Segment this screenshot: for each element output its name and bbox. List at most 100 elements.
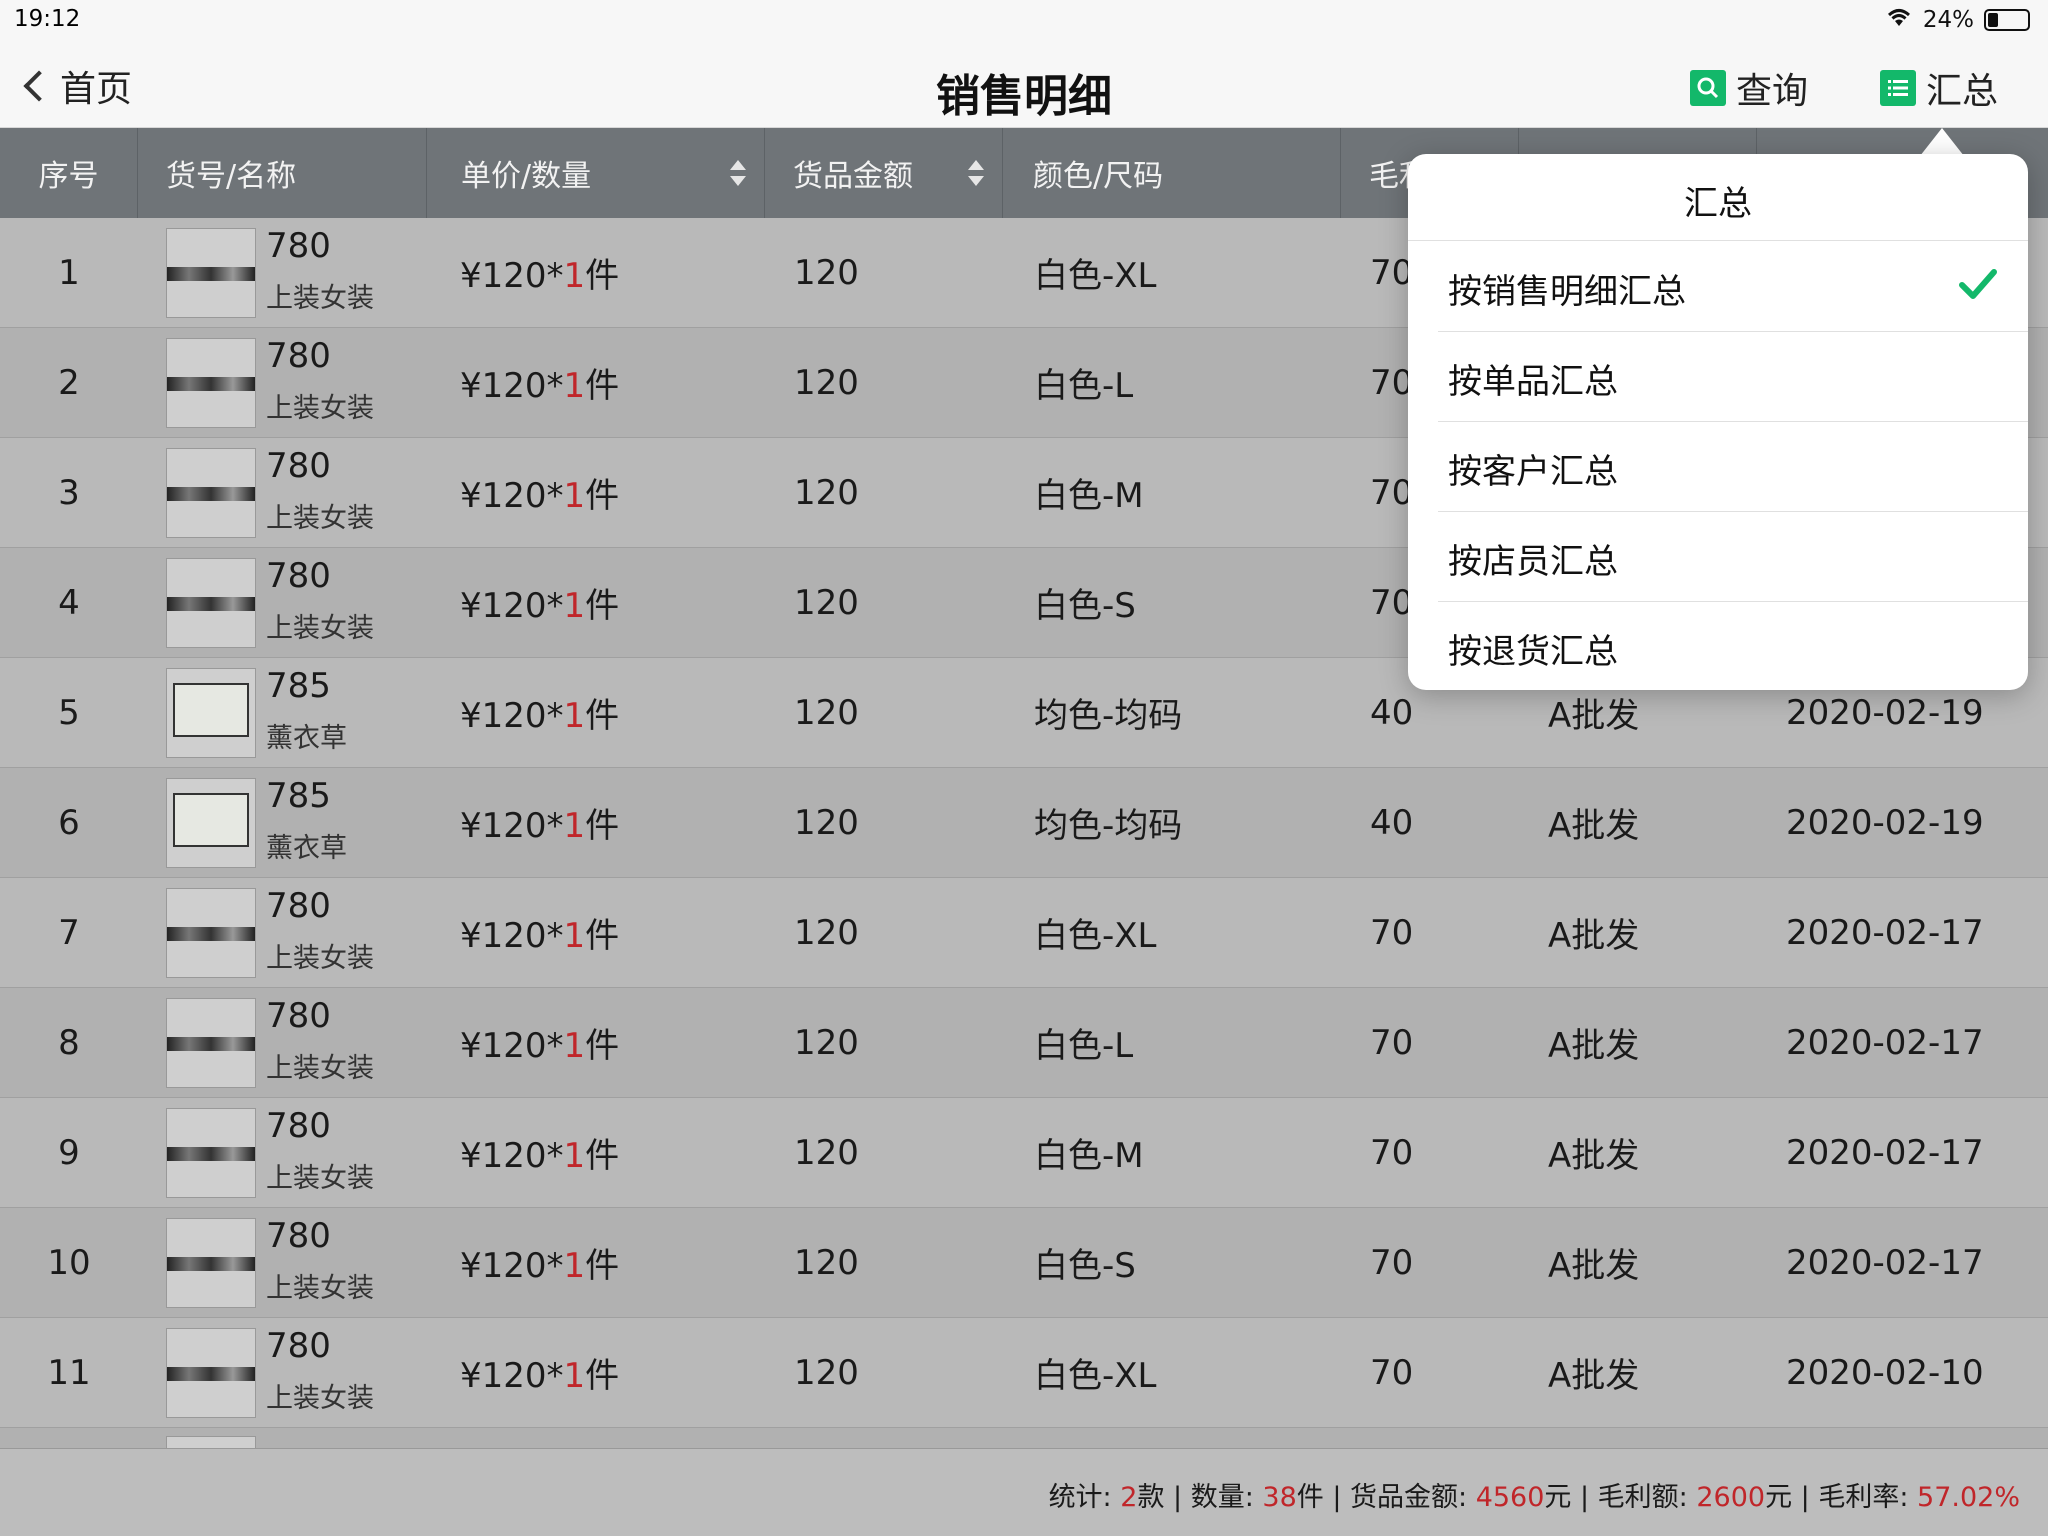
row-seq: 5 — [58, 692, 80, 733]
product-thumbnail — [166, 888, 256, 978]
color-size: 白色-L — [1034, 1026, 1134, 1066]
unit-price: ¥120* — [460, 256, 564, 296]
table-row[interactable]: 6 785 薰衣草 ¥120*1件 120 均色-均码 40 A批发 2020-02-19 — [0, 768, 2048, 878]
gross-profit: 70 — [1370, 472, 1414, 513]
sort-icon — [730, 160, 746, 186]
table-row[interactable]: 8 780 上装女装 ¥120*1件 120 白色-L 70 A批发 2020-02-17 — [0, 988, 2048, 1098]
quantity: 1 — [563, 476, 586, 516]
table-row-partial — [0, 1428, 2048, 1448]
search-label: 查询 — [1736, 71, 1809, 112]
customer: A批发 — [1548, 696, 1640, 736]
summary-button[interactable]: 汇总 — [1880, 62, 1998, 114]
column-header-seq[interactable]: 序号 — [0, 128, 138, 218]
sale-date: 2020-02-17 — [1786, 1022, 1984, 1063]
color-size: 白色-S — [1034, 1246, 1136, 1286]
product-thumbnail — [166, 1328, 256, 1418]
quantity-unit: 件 — [585, 1356, 620, 1396]
gross-profit: 70 — [1370, 1352, 1414, 1393]
goods-amount: 120 — [794, 1022, 859, 1063]
product-thumbnail — [166, 338, 256, 428]
column-header-color-size[interactable]: 颜色/尺码 — [1003, 128, 1341, 218]
table-row[interactable]: 7 780 上装女装 ¥120*1件 120 白色-XL 70 A批发 2020-02-17 — [0, 878, 2048, 988]
gross-profit: 70 — [1370, 912, 1414, 953]
product-name: 上装女装 — [266, 943, 374, 974]
column-header-item[interactable]: 货号/名称 — [138, 128, 427, 218]
price-qty: ¥120*1件 — [460, 1018, 619, 1067]
sale-date: 2020-02-17 — [1786, 1242, 1984, 1283]
price-qty: ¥120*1件 — [460, 798, 619, 847]
gross-profit: 70 — [1370, 1242, 1414, 1283]
goods-amount: 120 — [794, 1132, 859, 1173]
product-name: 上装女装 — [266, 1163, 374, 1194]
quantity: 1 — [563, 586, 586, 626]
popover-item-returns[interactable]: 按退货汇总 — [1408, 602, 2028, 692]
quantity: 1 — [563, 696, 586, 736]
popover-item-sales-detail[interactable]: 按销售明细汇总 — [1408, 242, 2028, 332]
quantity: 1 — [563, 1356, 586, 1396]
price-qty: ¥120*1件 — [460, 358, 619, 407]
unit-price: ¥120* — [460, 1356, 564, 1396]
status-right: 24% — [1885, 6, 2030, 34]
quantity: 1 — [563, 366, 586, 406]
popover-item-product[interactable]: 按单品汇总 — [1408, 332, 2028, 422]
footer-amount-unit: 元 | 毛利额: — [1544, 1482, 1697, 1513]
footer-rate: 57.02% — [1917, 1482, 2020, 1513]
footer-profit-unit: 元 | 毛利率: — [1765, 1482, 1918, 1513]
price-qty: ¥120*1件 — [460, 688, 619, 737]
product-code: 780 — [266, 996, 331, 1036]
footer-styles-unit: 款 | 数量: — [1137, 1482, 1263, 1513]
row-seq: 3 — [58, 472, 80, 513]
customer: A批发 — [1548, 806, 1640, 846]
product-name: 薰衣草 — [266, 833, 347, 864]
summary-label: 汇总 — [1926, 71, 1999, 112]
product-name: 薰衣草 — [266, 723, 347, 754]
product-code: 780 — [266, 1326, 331, 1366]
customer: A批发 — [1548, 1136, 1640, 1176]
goods-amount: 120 — [794, 252, 859, 293]
divider — [1408, 240, 2028, 241]
product-code: 780 — [266, 556, 331, 596]
search-icon — [1690, 70, 1726, 106]
row-seq: 8 — [58, 1022, 80, 1063]
customer: A批发 — [1548, 1246, 1640, 1286]
search-button[interactable]: 查询 — [1690, 62, 1808, 114]
popover-item-customer[interactable]: 按客户汇总 — [1408, 422, 2028, 512]
popover-item-label: 按销售明细汇总 — [1448, 272, 1686, 312]
column-header-price[interactable]: 单价/数量 — [427, 128, 765, 218]
product-code: 780 — [266, 1106, 331, 1146]
product-code: 780 — [266, 886, 331, 926]
summary-popover: 汇总 按销售明细汇总 按单品汇总 按客户汇总 按店员汇总 按退货汇总 — [1408, 154, 2028, 690]
table-row[interactable]: 11 780 上装女装 ¥120*1件 120 白色-XL 70 A批发 2020-02-10 — [0, 1318, 2048, 1428]
product-thumbnail — [166, 558, 256, 648]
table-row[interactable]: 10 780 上装女装 ¥120*1件 120 白色-S 70 A批发 2020-02-17 — [0, 1208, 2048, 1318]
quantity-unit: 件 — [585, 696, 620, 736]
price-qty: ¥120*1件 — [460, 578, 619, 627]
popover-arrow — [1920, 128, 1964, 156]
color-size: 白色-S — [1034, 586, 1136, 626]
customer: A批发 — [1548, 1026, 1640, 1066]
sale-date: 2020-02-10 — [1786, 1352, 1984, 1393]
column-header-amount-label: 货品金额 — [793, 159, 913, 194]
quantity-unit: 件 — [585, 256, 620, 296]
sort-icon — [968, 160, 984, 186]
product-name: 上装女装 — [266, 613, 374, 644]
table-row[interactable]: 9 780 上装女装 ¥120*1件 120 白色-M 70 A批发 2020-02-17 — [0, 1098, 2048, 1208]
gross-profit: 70 — [1370, 362, 1414, 403]
sale-date: 2020-02-19 — [1786, 692, 1984, 733]
price-qty: ¥120*1件 — [460, 1238, 619, 1287]
column-header-amount[interactable]: 货品金额 — [765, 128, 1003, 218]
product-thumbnail — [166, 1436, 256, 1448]
row-seq: 6 — [58, 802, 80, 843]
gross-profit: 70 — [1370, 1022, 1414, 1063]
popover-item-staff[interactable]: 按店员汇总 — [1408, 512, 2028, 602]
wifi-icon — [1885, 6, 1913, 34]
checkmark-icon — [1959, 269, 1997, 299]
customer: A批发 — [1548, 916, 1640, 956]
quantity: 1 — [563, 916, 586, 956]
product-thumbnail — [166, 1108, 256, 1198]
unit-price: ¥120* — [460, 916, 564, 956]
price-qty: ¥120*1件 — [460, 1128, 619, 1177]
price-qty: ¥120*1件 — [460, 1348, 619, 1397]
popover-item-label: 按单品汇总 — [1448, 362, 1618, 402]
quantity-unit: 件 — [585, 916, 620, 956]
